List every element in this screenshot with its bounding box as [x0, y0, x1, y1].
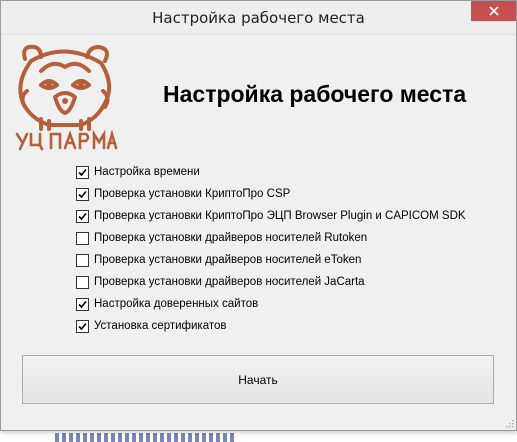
checkmark-icon	[78, 190, 87, 198]
checkmark-icon	[78, 168, 87, 176]
checklist-item[interactable]: Проверка установки драйверов носителей R…	[76, 227, 466, 249]
checkbox[interactable]	[76, 231, 89, 245]
checklist-item-label: Проверка установки драйверов носителей e…	[94, 254, 362, 266]
checklist-item-label: Проверка установки драйверов носителей R…	[94, 232, 368, 244]
checklist-item-label: Установка сертификатов	[94, 320, 227, 332]
checkbox[interactable]	[76, 165, 89, 179]
close-icon	[488, 6, 499, 16]
window-title: Настройка рабочего места	[152, 9, 365, 27]
checkmark-icon	[78, 212, 87, 220]
page-heading: Настройка рабочего места	[163, 81, 467, 107]
checkmark-icon	[78, 322, 87, 330]
start-button[interactable]: Начать	[22, 355, 494, 404]
checkbox[interactable]	[76, 209, 89, 223]
resize-grip-icon[interactable]	[504, 418, 514, 428]
checklist-item-label: Проверка установки КриптоПро ЭЦП Browser…	[94, 210, 466, 222]
title-bar[interactable]: Настройка рабочего места	[1, 1, 516, 35]
checklist-item-label: Настройка доверенных сайтов	[94, 298, 259, 310]
checklist-item-label: Проверка установки драйверов носителей J…	[94, 276, 365, 288]
background-window-strip-bottom	[55, 433, 235, 442]
checkbox[interactable]	[76, 187, 89, 201]
checkbox[interactable]	[76, 319, 89, 333]
checklist-item-label: Проверка установки КриптоПро CSP	[94, 188, 291, 200]
checklist-item[interactable]: Проверка установки драйверов носителей e…	[76, 249, 466, 271]
checklist-item[interactable]: Проверка установки КриптоПро CSP	[76, 183, 466, 205]
close-button[interactable]	[471, 1, 516, 21]
checkbox[interactable]	[76, 275, 89, 289]
checklist-item[interactable]: Настройка доверенных сайтов	[76, 293, 466, 315]
uc-parma-logo	[11, 41, 119, 151]
checkbox[interactable]	[76, 297, 89, 311]
checklist-item[interactable]: Настройка времени	[76, 161, 466, 183]
checkmark-icon	[78, 300, 87, 308]
checklist-item[interactable]: Проверка установки КриптоПро ЭЦП Browser…	[76, 205, 466, 227]
bear-emblem-icon	[15, 44, 118, 151]
setup-window: Настройка рабочего места Настройка рабоч…	[0, 0, 517, 431]
checkbox[interactable]	[76, 253, 89, 267]
checklist-item[interactable]: Установка сертификатов	[76, 315, 466, 337]
client-area: Настройка рабочего места Настройка време…	[8, 35, 508, 423]
checklist-item-label: Настройка времени	[94, 166, 200, 178]
checklist-item[interactable]: Проверка установки драйверов носителей J…	[76, 271, 466, 293]
setup-checklist: Настройка времени Проверка установки Крип…	[76, 161, 466, 337]
